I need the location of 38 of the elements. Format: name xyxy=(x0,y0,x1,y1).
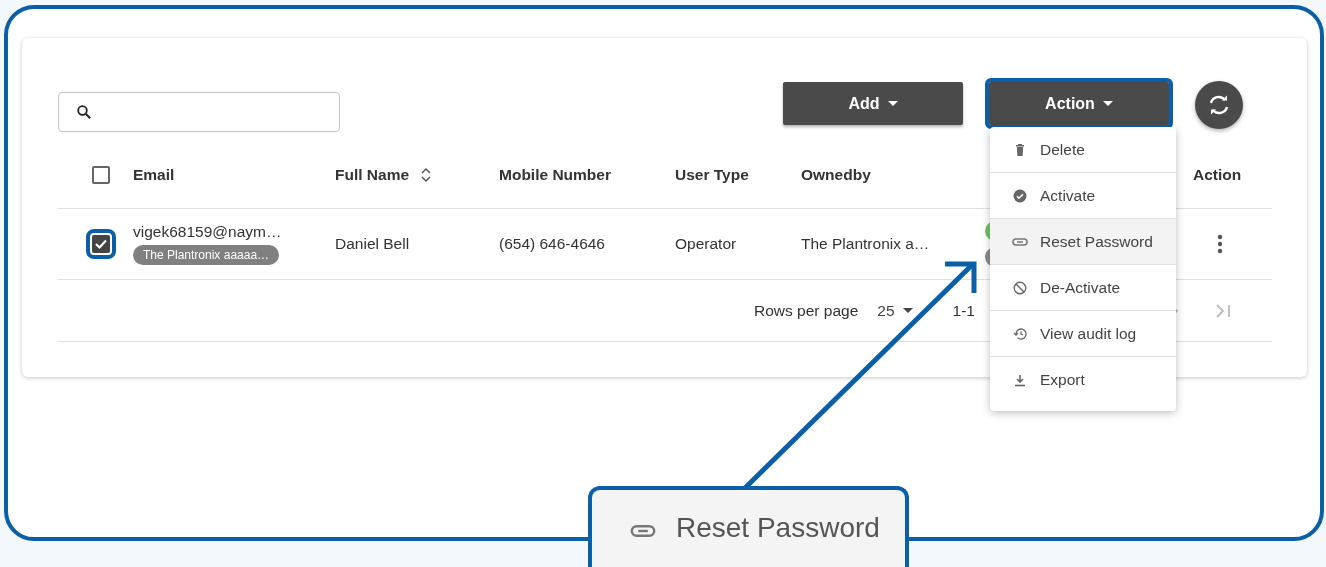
column-header[interactable]: Action xyxy=(1193,166,1242,184)
menu-item[interactable]: View audit log xyxy=(990,311,1176,357)
sort-icon[interactable] xyxy=(421,167,432,183)
checkbox[interactable] xyxy=(91,166,110,184)
menu-item[interactable]: Delete xyxy=(990,127,1176,173)
column-header[interactable]: Mobile Number xyxy=(499,166,611,184)
rows-per-page-select[interactable]: 25 xyxy=(877,301,913,320)
phone-text: (654) 646-4646 xyxy=(499,235,605,253)
name-text: Daniel Bell xyxy=(335,235,410,253)
caret-icon xyxy=(1102,101,1113,106)
menu-item[interactable]: De-Activate xyxy=(990,265,1176,311)
column-header[interactable]: Email xyxy=(133,166,175,184)
link-icon xyxy=(630,523,656,539)
menu-item[interactable]: Export xyxy=(990,357,1176,411)
download-icon xyxy=(1014,373,1026,387)
organization-tag: The Plantronix aaaaa… xyxy=(133,245,280,265)
history-icon xyxy=(1012,326,1028,341)
caret-icon xyxy=(902,308,913,313)
user-type-text: Operator xyxy=(675,235,737,253)
owner-text: The Plantronix a… xyxy=(801,235,930,253)
dropdown-button[interactable]: Add xyxy=(783,82,963,125)
page-range: 1-1 xyxy=(952,301,975,320)
column-header[interactable]: User Type xyxy=(675,166,749,184)
refresh-button[interactable] xyxy=(1195,81,1243,129)
trash-icon xyxy=(1013,142,1027,157)
check-circle-icon xyxy=(1013,188,1027,203)
search-icon xyxy=(77,105,91,119)
refresh-icon xyxy=(1207,94,1231,116)
rows-per-page-label: Rows per page xyxy=(754,301,859,320)
email-text: vigek68159@naym… xyxy=(133,223,282,241)
block-icon xyxy=(1013,280,1027,295)
column-header[interactable]: Ownedby xyxy=(801,166,871,184)
callout-label: Reset Password xyxy=(676,512,880,544)
caret-icon xyxy=(887,101,898,106)
column-header[interactable]: Full Name xyxy=(335,166,410,184)
search-field[interactable] xyxy=(58,92,340,132)
checkmark-icon xyxy=(94,239,107,249)
more-options-icon[interactable] xyxy=(1217,234,1223,254)
